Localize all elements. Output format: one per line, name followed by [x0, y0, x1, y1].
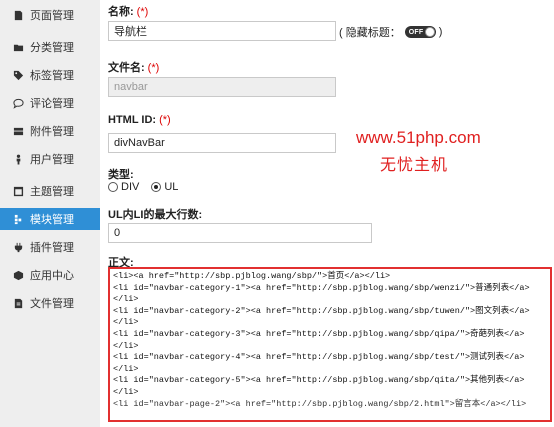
- sidebar-item-label: 分类管理: [30, 42, 74, 54]
- sidebar-item-categories[interactable]: 分类管理: [0, 36, 100, 58]
- sidebar-item-plugins[interactable]: 插件管理: [0, 236, 100, 258]
- sidebar-item-pages[interactable]: 页面管理: [0, 4, 100, 26]
- code-line: <li id="navbar-page-2"><a href="http://s…: [113, 398, 527, 409]
- max-rows-input[interactable]: [108, 223, 372, 243]
- sidebar-item-label: 用户管理: [30, 154, 74, 166]
- module-icon: [12, 213, 24, 225]
- code-line: </li>: [113, 294, 139, 305]
- filename-input: [108, 77, 336, 97]
- sidebar-item-tags[interactable]: 标签管理: [0, 64, 100, 86]
- hide-title-setting: ( 隐藏标题： OFF ): [339, 24, 442, 40]
- sidebar-item-label: 附件管理: [30, 126, 74, 138]
- toggle-knob: [424, 27, 435, 37]
- code-line: <li id="navbar-category-5"><a href="http…: [113, 375, 525, 386]
- code-line: </li>: [113, 317, 139, 328]
- html-id-input[interactable]: [108, 133, 336, 153]
- filename-label: 文件名: (*): [108, 62, 160, 74]
- sidebar-item-label: 标签管理: [30, 70, 74, 82]
- name-input[interactable]: [108, 21, 336, 41]
- page-icon: [12, 9, 24, 21]
- plugin-icon: [12, 241, 24, 253]
- required-mark: (*): [147, 62, 160, 74]
- theme-icon: [12, 185, 24, 197]
- type-option-ul[interactable]: UL: [151, 181, 178, 193]
- comment-icon: [12, 97, 24, 109]
- sidebar: 页面管理 分类管理 标签管理 评论管理 附件管理 用户管理 主题管理 模块管理 …: [0, 0, 100, 427]
- folder-icon: [12, 41, 24, 53]
- code-line: <li id="navbar-category-3"><a href="http…: [113, 328, 525, 339]
- toggle-state-text: OFF: [408, 28, 424, 36]
- file-icon: [12, 297, 24, 309]
- code-line: </li>: [113, 386, 139, 397]
- sidebar-item-label: 文件管理: [30, 298, 74, 310]
- sidebar-item-attachments[interactable]: 附件管理: [0, 120, 100, 142]
- hide-title-label: ( 隐藏标题：: [339, 27, 401, 39]
- required-mark: (*): [159, 114, 171, 126]
- attachment-icon: [12, 125, 24, 137]
- hide-title-close: ): [438, 26, 443, 38]
- module-edit-form: 名称:(*) ( 隐藏标题： OFF ) 文件名:(*) HTML ID:(*)…: [108, 0, 554, 427]
- type-radio-group: DIV UL: [108, 181, 190, 193]
- content-textarea[interactable]: <li><a href="http://sbp.pjblog.wang/sbp/…: [108, 267, 552, 422]
- hide-title-toggle[interactable]: OFF: [404, 26, 436, 38]
- code-line: <li id="navbar-category-2"><a href="http…: [113, 305, 530, 316]
- sidebar-item-modules[interactable]: 模块管理: [0, 208, 100, 230]
- sidebar-item-label: 插件管理: [30, 242, 74, 254]
- sidebar-item-users[interactable]: 用户管理: [0, 148, 100, 170]
- sidebar-item-label: 模块管理: [30, 214, 74, 226]
- sidebar-item-label: 评论管理: [30, 98, 74, 110]
- code-line: </li>: [113, 340, 139, 351]
- radio-circle: [108, 182, 118, 192]
- max-rows-label: UL内LI的最大行数:: [108, 209, 203, 221]
- user-icon: [12, 153, 24, 165]
- sidebar-item-themes[interactable]: 主题管理: [0, 180, 100, 202]
- code-line: </li>: [113, 363, 139, 374]
- sidebar-item-label: 主题管理: [30, 186, 74, 198]
- type-option-div[interactable]: DIV: [108, 181, 139, 193]
- sidebar-item-label: 应用中心: [30, 270, 74, 282]
- code-line: <li id="navbar-category-1"><a href="http…: [113, 282, 530, 293]
- sidebar-item-files[interactable]: 文件管理: [0, 292, 100, 314]
- code-line: <li><a href="http://sbp.pjblog.wang/sbp/…: [113, 271, 391, 281]
- watermark-url: www.51php.com: [356, 128, 481, 147]
- html-id-label: HTML ID: (*): [108, 114, 171, 126]
- watermark-name: 无忧主机: [380, 157, 449, 174]
- name-label: 名称: (*): [108, 6, 149, 18]
- radio-circle-selected: [151, 182, 162, 192]
- sidebar-item-label: 页面管理: [30, 10, 74, 22]
- required-mark: (*): [136, 6, 149, 18]
- code-line: <li id="navbar-category-4"><a href="http…: [113, 352, 525, 363]
- sidebar-item-comments[interactable]: 评论管理: [0, 92, 100, 114]
- app-center-icon: [12, 269, 24, 281]
- sidebar-item-app-center[interactable]: 应用中心: [0, 264, 100, 286]
- type-label: 类型:: [108, 169, 134, 181]
- tag-icon: [12, 69, 24, 81]
